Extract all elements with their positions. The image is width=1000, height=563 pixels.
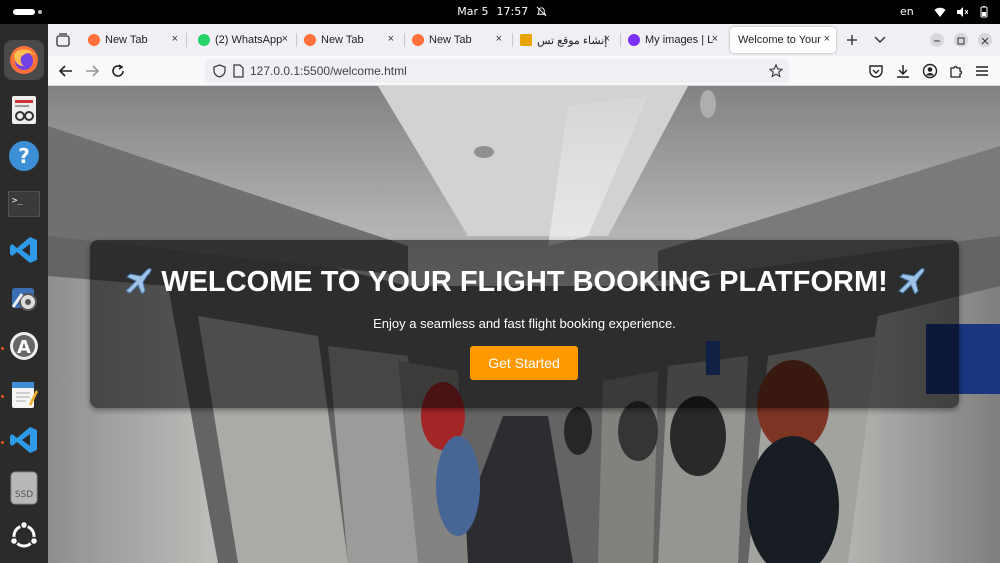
running-indicator [1,395,4,398]
minimize-button[interactable] [930,33,944,47]
system-top-bar: Mar 5 17:57 en [0,0,1000,24]
extensions-icon[interactable] [948,63,964,79]
vscode-icon [10,427,37,453]
vscode-icon [10,237,37,263]
running-indicator [1,347,4,350]
battery-icon[interactable] [978,6,990,18]
close-tab-icon[interactable]: × [388,33,394,45]
account-icon[interactable] [922,63,938,79]
svg-text:?: ? [18,144,30,168]
ssd-label: SSD [15,490,33,500]
tab-separator [186,33,187,47]
tab-new-tab-1[interactable]: New Tab × [80,27,184,53]
firefox-icon [304,34,316,46]
clock-date: Mar 5 [457,5,489,18]
tab-welcome-active[interactable]: Welcome to Your × [730,27,836,53]
help-icon: ? [9,141,39,171]
dock-terminal[interactable]: >_ [4,184,44,224]
svg-text:>_: >_ [12,196,23,206]
ubuntu-icon [9,521,39,548]
hero-heading: WELCOME TO YOUR FLIGHT BOOKING PLATFORM! [90,266,959,299]
new-tab-icon[interactable] [846,34,858,46]
ssd-drive-icon: SSD [10,471,38,505]
navigation-toolbar: 127.0.0.1:5500/welcome.html [48,56,1000,86]
svg-text:A: A [17,337,31,358]
tab-overview-icon[interactable] [56,33,70,47]
tab-new-tab-3[interactable]: New Tab × [404,27,508,53]
terminal-icon: >_ [8,191,40,217]
close-icon [981,37,989,45]
wifi-icon[interactable] [934,6,946,18]
tab-list-chevron-down-icon[interactable] [874,35,886,45]
reload-icon[interactable] [110,63,126,79]
dock-vscode-2[interactable] [4,420,44,460]
welcome-hero-card: WELCOME TO YOUR FLIGHT BOOKING PLATFORM!… [90,240,959,408]
clock[interactable]: Mar 5 17:57 [0,5,1000,18]
tab-arabic-site[interactable]: إنشاء موقع تس × [512,27,616,53]
address-bar[interactable]: 127.0.0.1:5500/welcome.html [205,59,789,83]
whatsapp-icon [198,34,210,46]
dock-settings-tool[interactable] [4,278,44,318]
clock-time: 17:57 [496,5,529,18]
tab-whatsapp[interactable]: (2) WhatsApp × [190,27,294,53]
volume-icon[interactable] [956,6,968,18]
close-tab-icon[interactable]: × [604,33,610,45]
tab-label: إنشاء موقع تس [537,34,608,47]
firefox-icon [88,34,100,46]
firefox-icon [412,34,424,46]
images-app-icon [628,34,640,46]
close-tab-icon[interactable]: × [824,33,830,45]
text-editor-icon [12,382,38,408]
dock-firefox[interactable] [4,40,44,80]
dock-show-apps[interactable] [4,516,44,556]
bookmark-star-icon[interactable] [769,64,783,78]
close-tab-icon[interactable]: × [496,33,502,45]
settings-tool-icon [11,288,37,311]
tab-new-tab-2[interactable]: New Tab × [296,27,400,53]
dock-document-viewer[interactable] [4,90,44,130]
hero-title-text: WELCOME TO YOUR FLIGHT BOOKING PLATFORM! [161,266,888,298]
page-info-icon[interactable] [232,64,244,78]
menu-icon[interactable] [974,63,990,79]
close-tab-icon[interactable]: × [282,33,288,45]
close-tab-icon[interactable]: × [172,33,178,45]
maximize-button[interactable] [954,33,968,47]
tab-label: New Tab [321,34,364,46]
tab-label: (2) WhatsApp [215,34,283,46]
tab-label: New Tab [105,34,148,46]
tab-label: My images | L [645,34,714,46]
do-not-disturb-icon [536,6,547,17]
dock-help[interactable]: ? [4,136,44,176]
hero-subtitle: Enjoy a seamless and fast flight booking… [373,316,676,331]
restore-icon [957,37,965,45]
tab-bar: New Tab × (2) WhatsApp × New Tab × New T… [48,24,1000,56]
downloads-icon[interactable] [895,63,911,79]
page-viewport: WELCOME TO YOUR FLIGHT BOOKING PLATFORM!… [48,86,1000,563]
tab-my-images[interactable]: My images | L × [620,27,724,53]
forward-arrow-icon[interactable] [84,63,100,79]
site-b-icon [520,34,532,46]
shield-icon[interactable] [213,64,226,78]
running-indicator [1,441,4,444]
dock-vscode[interactable] [4,230,44,270]
document-viewer-icon [12,96,36,124]
close-window-button[interactable] [978,33,992,47]
pocket-icon[interactable] [868,63,884,79]
airplane-icon [897,268,925,294]
language-indicator[interactable]: en [900,5,914,18]
dock-ssd-drive[interactable]: SSD [4,468,44,508]
dock: ? >_ A SSD [0,24,48,563]
tab-label: Welcome to Your [738,34,821,46]
tab-label: New Tab [429,34,472,46]
airplane-icon [125,268,152,294]
firefox-icon [10,46,38,74]
back-arrow-icon[interactable] [58,63,74,79]
minimize-icon [934,40,940,42]
url-text[interactable]: 127.0.0.1:5500/welcome.html [250,64,407,78]
get-started-button[interactable]: Get Started [470,346,578,380]
close-tab-icon[interactable]: × [712,33,718,45]
dock-app-center[interactable]: A [4,326,44,366]
dock-text-editor[interactable] [4,374,44,414]
app-center-icon: A [10,332,38,360]
